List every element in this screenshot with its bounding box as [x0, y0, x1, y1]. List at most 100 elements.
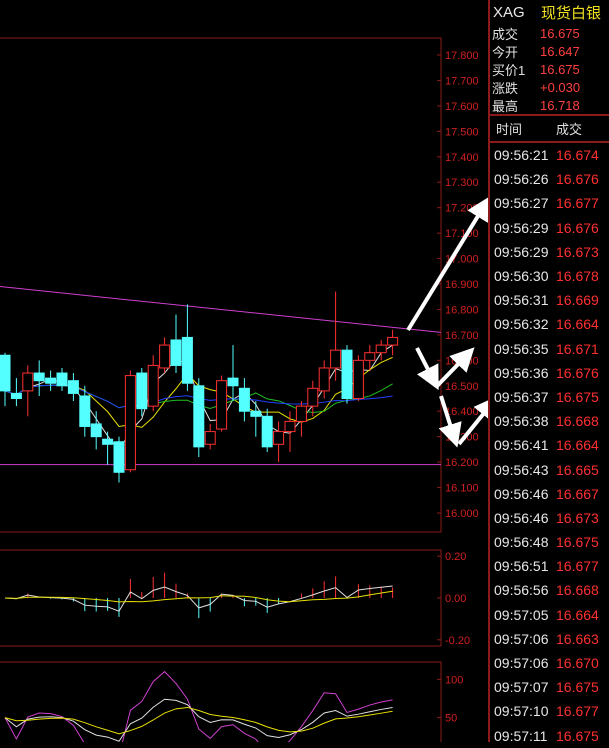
quote-label: 涨跌: [492, 80, 519, 96]
tick-price: 16.671: [556, 340, 599, 357]
tick-time: 09:56:36: [494, 364, 549, 381]
candle-body: [124, 375, 136, 471]
candle-body: [216, 380, 228, 430]
tick-price: 16.674: [556, 147, 599, 164]
tick-time: 09:56:35: [494, 340, 549, 357]
quote-row: 买价1 16.675: [490, 60, 609, 78]
ticks-header: 时间 成交: [490, 116, 609, 141]
quote-row: 今开 16.647: [490, 42, 609, 60]
tick-price: 16.678: [556, 268, 599, 285]
candle-body: [10, 392, 22, 399]
quote-value: 16.675: [540, 25, 580, 41]
y-tick-label: -0.20: [445, 635, 470, 647]
y-tick-label: 16.100: [445, 483, 479, 495]
ticks-header-price: 成交: [556, 122, 583, 137]
tick-price: 16.673: [556, 509, 599, 526]
y-tick-label: 17.600: [445, 101, 479, 113]
quote-value: +0.030: [540, 79, 581, 95]
quote-row: 最高 16.718: [490, 96, 609, 114]
candle-body: [364, 352, 376, 361]
tick-price: 16.675: [556, 727, 599, 744]
tick-price: 16.664: [556, 437, 599, 454]
y-tick-label: 50: [445, 713, 457, 725]
candle-body: [238, 387, 250, 412]
tick-row: 09:56:36 16.676: [490, 361, 609, 385]
y-tick-label: 17.100: [445, 228, 479, 240]
candle-body: [375, 344, 387, 354]
tick-row: 09:56:29 16.673: [490, 240, 609, 264]
price-chart[interactable]: 17.800 17.700 17.600 17.500 17.400 17.300 17.2…: [0, 0, 488, 742]
tick-price: 16.676: [556, 171, 599, 188]
tick-time: 09:56:43: [494, 461, 549, 478]
tick-time: 09:56:56: [494, 582, 549, 599]
kdj-line: [4, 698, 393, 742]
candle-body: [147, 364, 159, 407]
candle-body: [284, 420, 296, 433]
y-tick-label: 16.200: [445, 457, 479, 469]
tick-price: 16.664: [556, 606, 599, 623]
tick-row: 09:56:26 16.676: [490, 167, 609, 191]
candle-body: [273, 431, 285, 445]
tick-time: 09:57:11: [494, 727, 548, 744]
tick-row: 09:56:27 16.677: [490, 191, 609, 215]
quote-row: 成交 16.675: [490, 24, 609, 42]
ticks-list[interactable]: 09:56:21 16.674 09:56:26 16.676 09:56:27 16.6…: [490, 143, 609, 748]
candle-body: [193, 385, 205, 448]
tick-time: 09:57:07: [494, 679, 549, 696]
tick-price: 16.667: [556, 485, 599, 502]
annotation-arrow: [415, 347, 439, 391]
tick-row: 09:56:31 16.669: [490, 288, 609, 312]
tick-row: 09:57:06 16.670: [490, 651, 609, 675]
candle-body: [102, 438, 114, 445]
y-tick-label: 17.400: [445, 152, 479, 164]
y-tick-label: 16.000: [445, 508, 479, 520]
candle-body: [318, 367, 330, 392]
candle-body: [67, 380, 79, 394]
tick-price: 16.665: [556, 461, 599, 478]
kdj-line: [4, 670, 393, 742]
candle-body: [159, 344, 171, 369]
quote-label: 最高: [492, 98, 519, 114]
candle-body: [307, 387, 319, 407]
tick-price: 16.673: [556, 243, 599, 260]
quote-label: 今开: [492, 44, 519, 60]
tick-row: 09:57:05 16.664: [490, 603, 609, 627]
tick-row: 09:56:48 16.675: [490, 530, 609, 554]
tick-time: 09:57:06: [494, 630, 549, 647]
tick-row: 09:57:10 16.677: [490, 699, 609, 723]
candle-body: [0, 354, 11, 392]
y-tick-label: 17.200: [445, 203, 479, 215]
quote-row: 涨跌 +0.030: [490, 78, 609, 96]
tick-row: 09:56:35 16.671: [490, 337, 609, 361]
tick-time: 09:56:37: [494, 388, 549, 405]
y-tick-label: 0.00: [445, 593, 466, 605]
tick-price: 16.677: [556, 558, 599, 575]
tick-time: 09:56:21: [494, 147, 549, 164]
candle-body: [227, 377, 239, 387]
tick-time: 09:56:32: [494, 316, 549, 333]
candle-body: [56, 372, 68, 387]
quote-label: 成交: [492, 26, 519, 42]
tick-price: 16.668: [556, 582, 599, 599]
tick-price: 16.663: [556, 630, 599, 647]
kdj-pane-frame: [0, 661, 442, 742]
tick-row: 09:56:46 16.667: [490, 482, 609, 506]
tick-price: 16.670: [556, 655, 599, 672]
tick-time: 09:56:31: [494, 292, 549, 309]
y-tick-label: 17.700: [445, 75, 479, 87]
tick-time: 09:57:06: [494, 655, 549, 672]
ticks-header-time: 时间: [496, 122, 523, 137]
tick-row: 09:56:38 16.668: [490, 409, 609, 433]
tick-time: 09:56:38: [494, 413, 549, 430]
tick-time: 09:56:51: [494, 558, 549, 575]
symbol-code: XAG: [493, 3, 525, 21]
candle-body: [330, 349, 342, 369]
candle-body: [22, 372, 34, 392]
tick-time: 09:56:27: [494, 195, 549, 212]
candle-body: [352, 359, 364, 400]
candle-body: [387, 336, 399, 346]
tick-price: 16.675: [556, 388, 599, 405]
tick-row: 09:56:43 16.665: [490, 457, 609, 481]
y-tick-label: 17.800: [445, 50, 479, 62]
tick-price: 16.675: [556, 534, 599, 551]
